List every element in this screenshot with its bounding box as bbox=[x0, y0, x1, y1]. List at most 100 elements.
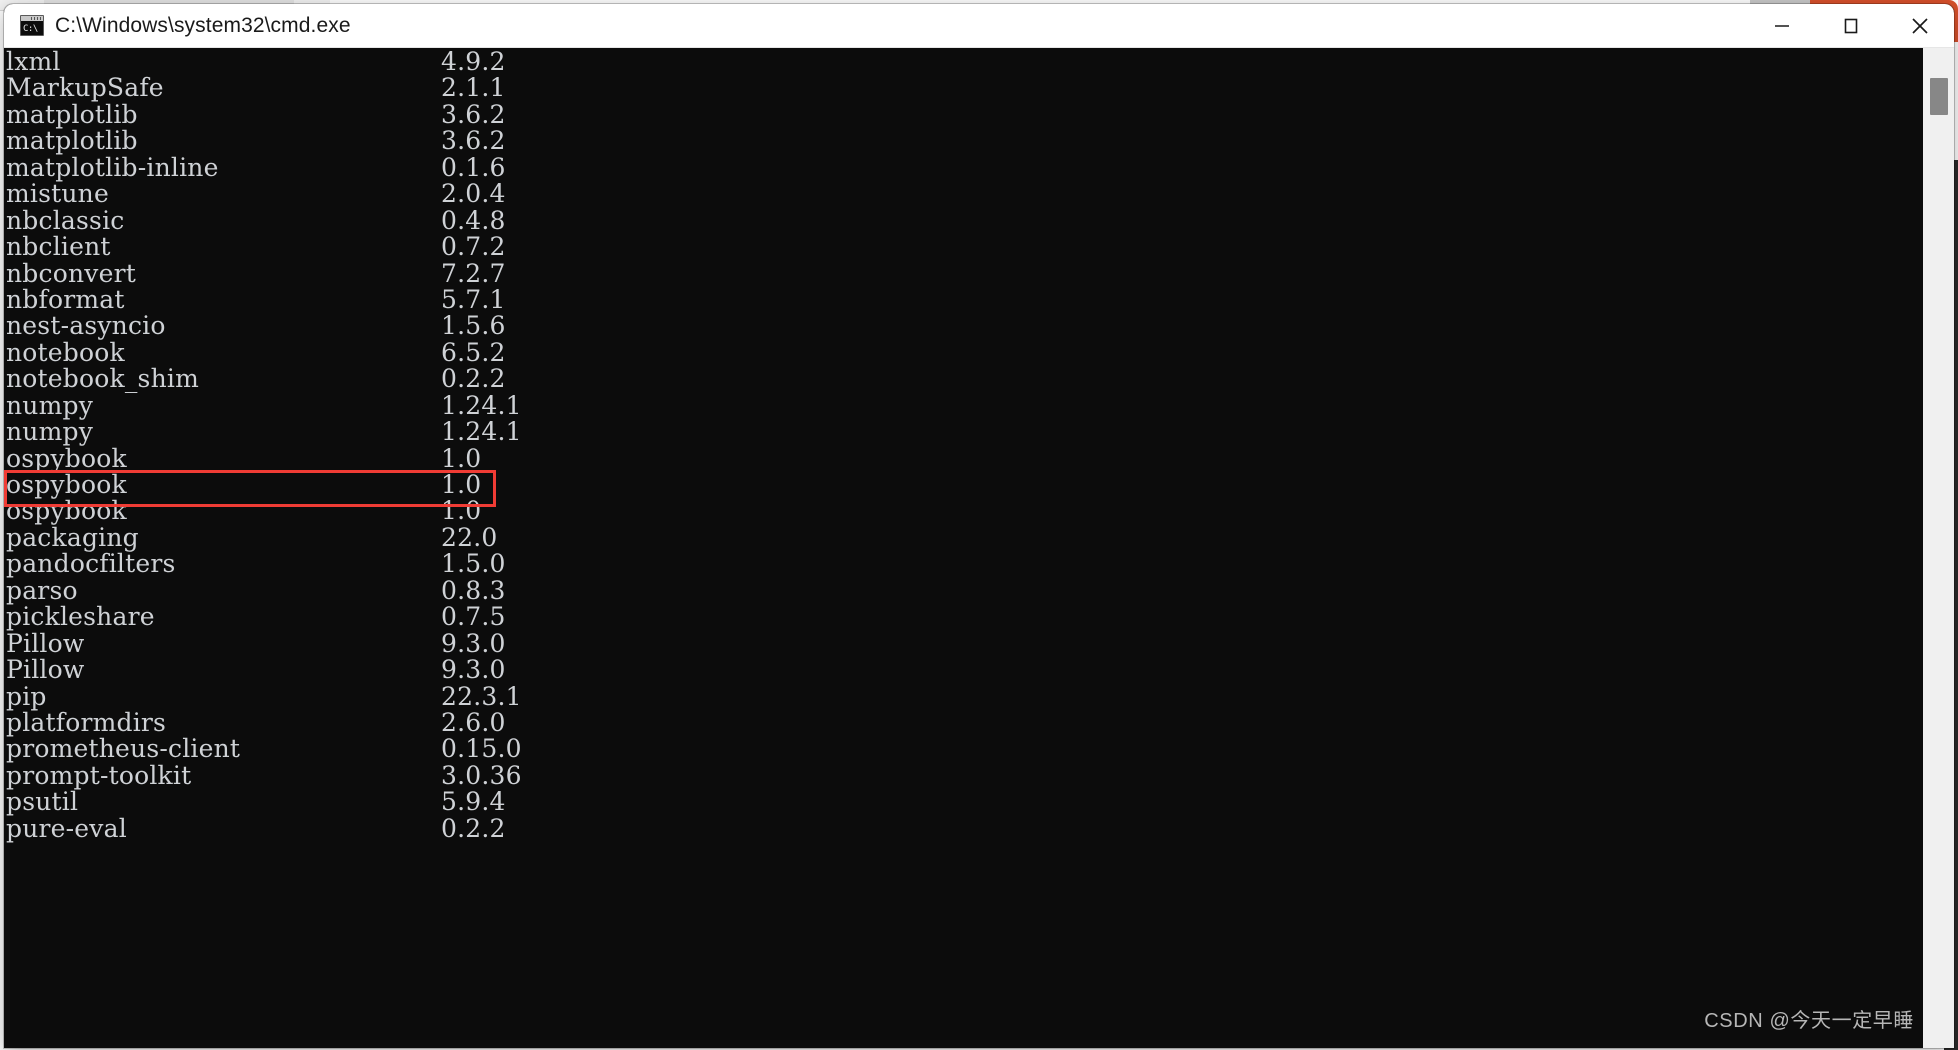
console-line: ospybook 1.0 bbox=[6, 470, 1918, 499]
console-line: pip 22.3.1 bbox=[6, 681, 1918, 711]
close-icon bbox=[1911, 17, 1928, 34]
console-line: lxml 4.9.2 bbox=[6, 48, 1918, 76]
package-version: 2.6.0 bbox=[441, 707, 506, 737]
package-version: 3.6.2 bbox=[441, 126, 506, 156]
package-version: 0.2.2 bbox=[441, 364, 506, 394]
package-version: 5.7.1 bbox=[441, 284, 506, 314]
console-line: pickleshare 0.7.5 bbox=[6, 602, 1918, 632]
desktop-background: C:\ C:\Windows\system32\cmd.exe lxml 4.9… bbox=[0, 0, 1958, 1050]
package-name: pip bbox=[6, 681, 47, 711]
package-version: 7.2.7 bbox=[441, 258, 506, 288]
package-name: parso bbox=[6, 575, 78, 605]
package-name: matplotlib bbox=[6, 99, 138, 129]
package-version: 0.8.3 bbox=[441, 575, 506, 605]
console-line: parso 0.8.3 bbox=[6, 575, 1918, 605]
console-line: matplotlib 3.6.2 bbox=[6, 126, 1918, 156]
console-line: prometheus-client 0.15.0 bbox=[6, 734, 1918, 764]
package-name: prometheus-client bbox=[6, 734, 241, 764]
vertical-scrollbar[interactable] bbox=[1923, 48, 1954, 1048]
package-version: 4.9.2 bbox=[441, 48, 506, 76]
console-line: prompt-toolkit 3.0.36 bbox=[6, 760, 1918, 790]
package-name: nbformat bbox=[6, 284, 125, 314]
console-line: nbconvert 7.2.7 bbox=[6, 258, 1918, 288]
package-version: 0.2.2 bbox=[441, 813, 506, 843]
window-title: C:\Windows\system32\cmd.exe bbox=[55, 13, 351, 37]
minimize-button[interactable] bbox=[1747, 4, 1816, 47]
console-line: matplotlib 3.6.2 bbox=[6, 99, 1918, 129]
window-titlebar[interactable]: C:\ C:\Windows\system32\cmd.exe bbox=[4, 4, 1954, 48]
maximize-icon bbox=[1844, 18, 1857, 33]
package-version: 1.5.0 bbox=[441, 549, 506, 579]
package-name: psutil bbox=[6, 787, 79, 817]
package-name: pandocfilters bbox=[6, 549, 176, 579]
package-name: nbconvert bbox=[6, 258, 136, 288]
console-line: psutil 5.9.4 bbox=[6, 787, 1918, 817]
scrollbar-thumb[interactable] bbox=[1930, 78, 1948, 116]
package-name: packaging bbox=[6, 522, 139, 552]
package-name: ospybook bbox=[6, 470, 127, 499]
console-line: pure-eval 0.2.2 bbox=[6, 813, 1918, 843]
package-name: notebook bbox=[6, 337, 125, 367]
console-line: nbformat 5.7.1 bbox=[6, 284, 1918, 314]
package-version: 5.9.4 bbox=[441, 787, 506, 817]
package-name: ospybook bbox=[6, 496, 127, 526]
console-line: matplotlib-inline 0.1.6 bbox=[6, 152, 1918, 182]
console-line: pandocfilters 1.5.0 bbox=[6, 549, 1918, 579]
package-name: numpy bbox=[6, 417, 94, 447]
package-version: 0.15.0 bbox=[441, 734, 522, 764]
minimize-icon bbox=[1774, 24, 1789, 27]
package-version: 0.1.6 bbox=[441, 152, 506, 182]
package-name: lxml bbox=[6, 48, 61, 76]
package-name: Pillow bbox=[6, 655, 85, 685]
package-version: 22.0 bbox=[441, 522, 498, 552]
package-name: matplotlib-inline bbox=[6, 152, 219, 182]
package-version: 1.24.1 bbox=[441, 417, 522, 447]
console-line: nest-asyncio 1.5.6 bbox=[6, 311, 1918, 341]
package-version: 1.24.1 bbox=[441, 390, 522, 420]
console-line: MarkupSafe 2.1.1 bbox=[6, 73, 1918, 103]
package-name: nest-asyncio bbox=[6, 311, 166, 341]
maximize-button[interactable] bbox=[1816, 4, 1885, 47]
package-version: 2.0.4 bbox=[441, 179, 506, 209]
console-line: notebook 6.5.2 bbox=[6, 337, 1918, 367]
window-controls bbox=[1747, 4, 1954, 47]
console-line: nbclassic 0.4.8 bbox=[6, 205, 1918, 235]
csdn-watermark: CSDN @今天一定早睡 bbox=[1704, 1010, 1914, 1032]
close-button[interactable] bbox=[1885, 4, 1954, 47]
console-line: nbclient 0.7.2 bbox=[6, 232, 1918, 262]
package-version: 2.1.1 bbox=[441, 73, 506, 103]
console-line: notebook_shim 0.2.2 bbox=[6, 364, 1918, 394]
package-name: Pillow bbox=[6, 628, 85, 658]
package-version: 1.5.6 bbox=[441, 311, 506, 341]
package-version: 1.0 bbox=[441, 496, 482, 526]
console-line: mistune 2.0.4 bbox=[6, 179, 1918, 209]
package-version: 3.0.36 bbox=[441, 760, 522, 790]
console-text-lines: lxml 4.9.2 MarkupSafe 2.1.1 matplotlib 3.6.2 m… bbox=[6, 48, 1918, 843]
package-name: nbclassic bbox=[6, 205, 125, 235]
package-name: pickleshare bbox=[6, 602, 155, 632]
console-output-area[interactable]: lxml 4.9.2 MarkupSafe 2.1.1 matplotlib 3.6.2 m… bbox=[4, 48, 1954, 1048]
package-version: 6.5.2 bbox=[441, 337, 506, 367]
console-line: platformdirs 2.6.0 bbox=[6, 707, 1918, 737]
package-name: pure-eval bbox=[6, 813, 127, 843]
package-name: prompt-toolkit bbox=[6, 760, 192, 790]
package-name: numpy bbox=[6, 390, 94, 420]
cmd-icon-dots bbox=[31, 17, 42, 20]
package-name: mistune bbox=[6, 179, 109, 209]
cmd-icon-prompt-text: C:\ bbox=[23, 24, 38, 34]
package-version: 1.0 bbox=[441, 470, 482, 499]
package-version: 0.4.8 bbox=[441, 205, 506, 235]
package-name: MarkupSafe bbox=[6, 73, 164, 103]
package-version: 22.3.1 bbox=[441, 681, 522, 711]
console-line: numpy 1.24.1 bbox=[6, 390, 1918, 420]
package-version: 0.7.5 bbox=[441, 602, 506, 632]
package-name: nbclient bbox=[6, 232, 111, 262]
package-version: 0.7.2 bbox=[441, 232, 506, 262]
cmd-icon-titlebar bbox=[21, 16, 43, 21]
package-version: 9.3.0 bbox=[441, 628, 506, 658]
console-line: numpy 1.24.1 bbox=[6, 417, 1918, 447]
package-version: 3.6.2 bbox=[441, 99, 506, 129]
package-name: matplotlib bbox=[6, 126, 138, 156]
console-line: ospybook 1.0 bbox=[6, 445, 1918, 472]
console-line: ospybook 1.0 bbox=[6, 496, 1918, 526]
